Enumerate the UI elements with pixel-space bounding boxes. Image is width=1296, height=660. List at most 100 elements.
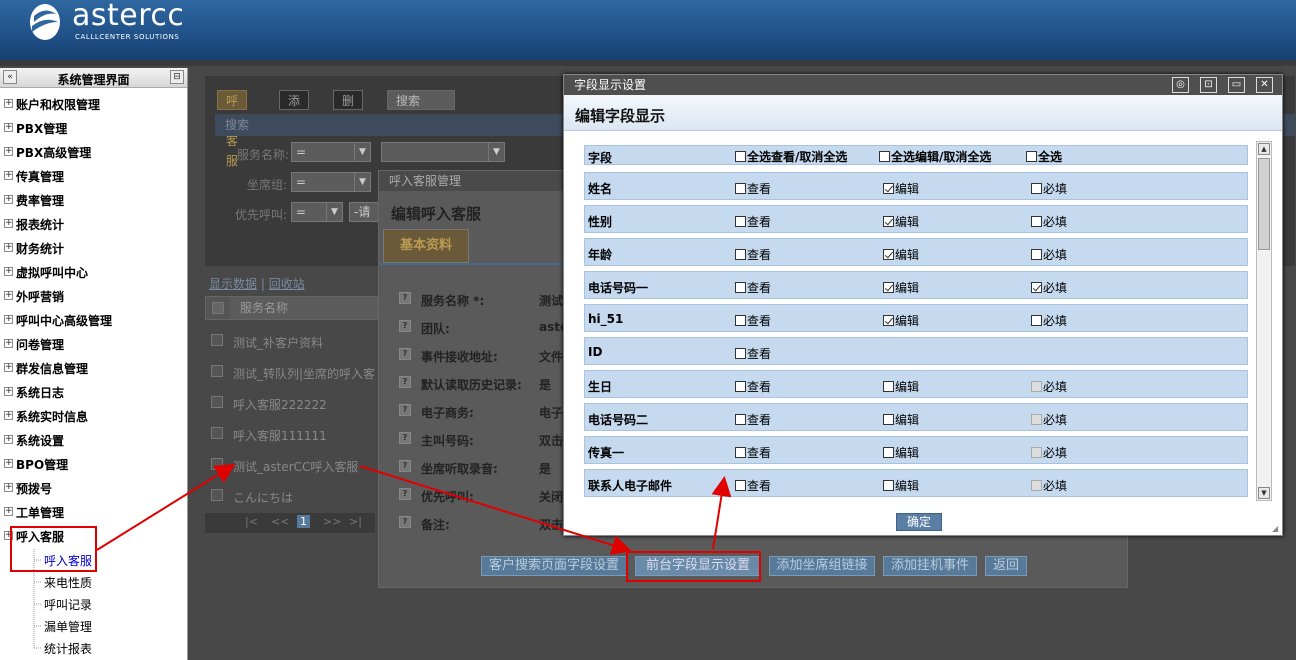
service-name-select[interactable]: ▼ (381, 142, 505, 162)
help-icon[interactable]: ? (399, 460, 411, 472)
expand-icon[interactable]: + (4, 435, 13, 444)
row-checkbox[interactable] (211, 458, 223, 470)
tab-inbound-service[interactable]: 呼入客服 (217, 90, 248, 168)
sidebar-item[interactable]: + 虚拟呼叫中心 (0, 261, 187, 285)
expand-icon[interactable]: + (4, 507, 13, 516)
edit-checkbox[interactable] (883, 315, 894, 326)
expand-icon[interactable]: + (4, 339, 13, 348)
view-option[interactable]: 查看 (735, 444, 771, 461)
expand-icon[interactable]: + (4, 483, 13, 492)
expand-icon[interactable]: + (4, 243, 13, 252)
help-icon[interactable]: ? (399, 432, 411, 444)
group-op-select[interactable]: = ▼ (291, 172, 371, 192)
help-icon[interactable]: ? (399, 376, 411, 388)
sidebar-item[interactable]: + 费率管理 (0, 189, 187, 213)
field-value[interactable]: 是 (539, 376, 551, 393)
minimize-icon[interactable]: ▭ (1228, 77, 1245, 93)
sidebar-subitem[interactable]: 漏单管理 (0, 615, 187, 637)
expand-icon[interactable]: + (4, 147, 13, 156)
required-all-toggle[interactable]: 全选 (1026, 148, 1062, 165)
required-checkbox[interactable] (1031, 183, 1042, 194)
view-checkbox[interactable] (735, 315, 746, 326)
required-checkbox[interactable] (1031, 216, 1042, 227)
sidebar-item[interactable]: + 外呼营销 (0, 285, 187, 309)
view-all-checkbox[interactable] (735, 151, 746, 162)
sidebar-item[interactable]: + PBX管理 (0, 117, 187, 141)
pager-control[interactable]: |< (245, 515, 258, 528)
expand-icon[interactable]: + (4, 267, 13, 276)
back-button[interactable]: 返回 (985, 556, 1027, 576)
edit-option[interactable]: 编辑 (883, 312, 919, 329)
expand-icon[interactable]: + (4, 315, 13, 324)
required-checkbox[interactable] (1031, 282, 1042, 293)
required-option[interactable]: 必填 (1031, 279, 1067, 296)
edit-option[interactable]: 编辑 (883, 213, 919, 230)
view-checkbox[interactable] (735, 282, 746, 293)
view-option[interactable]: 查看 (735, 411, 771, 428)
sidebar-item[interactable]: + 群发信息管理 (0, 357, 187, 381)
table-row[interactable]: こんにちは (205, 481, 385, 511)
sidebar-item[interactable]: + 系统设置 (0, 429, 187, 453)
required-option[interactable]: 必填 (1031, 312, 1067, 329)
expand-icon[interactable]: + (4, 459, 13, 468)
field-value[interactable]: 文件 (539, 348, 563, 365)
view-checkbox[interactable] (735, 480, 746, 491)
sidebar-item[interactable]: + 问卷管理 (0, 333, 187, 357)
expand-icon[interactable]: + (4, 387, 13, 396)
scroll-down-icon[interactable]: ▼ (1258, 487, 1270, 499)
required-option[interactable]: 必填 (1031, 246, 1067, 263)
field-value[interactable]: 关闭 (539, 488, 563, 505)
edit-checkbox[interactable] (883, 414, 894, 425)
edit-checkbox[interactable] (883, 216, 894, 227)
search-dropdown[interactable]: 搜索 (387, 90, 455, 110)
sidebar-item[interactable]: + 财务统计 (0, 237, 187, 261)
sidebar-item[interactable]: + 预拨号 (0, 477, 187, 501)
field-value[interactable]: 电子 (539, 404, 563, 421)
table-scrollbar[interactable]: ▲ ▼ (1256, 141, 1272, 501)
expand-icon[interactable]: + (4, 219, 13, 228)
edit-all-toggle[interactable]: 全选编辑/取消全选 (879, 148, 991, 165)
add-hangup-event-button[interactable]: 添加挂机事件 (883, 556, 977, 576)
sidebar-item[interactable]: + 传真管理 (0, 165, 187, 189)
edit-checkbox[interactable] (883, 249, 894, 260)
row-checkbox[interactable] (211, 396, 223, 408)
edit-option[interactable]: 编辑 (883, 378, 919, 395)
sidebar-item[interactable]: + 系统日志 (0, 381, 187, 405)
close-icon[interactable]: ✕ (1256, 77, 1273, 93)
view-option[interactable]: 查看 (735, 246, 771, 263)
scroll-thumb[interactable] (1258, 158, 1270, 250)
maximize-icon[interactable]: ⊡ (1200, 77, 1217, 93)
help-icon[interactable]: ? (399, 488, 411, 500)
service-name[interactable]: 测试_asterCC呼入客服 (233, 458, 358, 475)
view-option[interactable]: 查看 (735, 345, 771, 362)
edit-checkbox[interactable] (883, 381, 894, 392)
view-checkbox[interactable] (735, 414, 746, 425)
sidebar-item[interactable]: + 账户和权限管理 (0, 93, 187, 117)
view-checkbox[interactable] (735, 447, 746, 458)
view-option[interactable]: 查看 (735, 213, 771, 230)
table-row[interactable]: 呼入客服222222 (205, 388, 385, 418)
pin-sidebar-icon[interactable]: ⊟ (170, 70, 184, 84)
field-value[interactable]: 双击 (539, 516, 563, 533)
help-icon[interactable]: ? (399, 320, 411, 332)
add-agent-group-link-button[interactable]: 添加坐席组链接 (769, 556, 875, 576)
search-fields-settings-button[interactable]: 客户搜索页面字段设置 (481, 556, 627, 576)
field-value[interactable]: 是 (539, 460, 551, 477)
sidebar-item[interactable]: + PBX高级管理 (0, 141, 187, 165)
edit-option[interactable]: 编辑 (883, 477, 919, 494)
view-option[interactable]: 查看 (735, 477, 771, 494)
view-all-toggle[interactable]: 全选查看/取消全选 (735, 148, 847, 165)
view-checkbox[interactable] (735, 348, 746, 359)
required-checkbox[interactable] (1031, 315, 1042, 326)
help-icon[interactable]: ? (399, 516, 411, 528)
view-option[interactable]: 查看 (735, 312, 771, 329)
expand-icon[interactable]: + (4, 291, 13, 300)
view-checkbox[interactable] (735, 216, 746, 227)
table-row[interactable]: 测试_补客户资料 (205, 326, 385, 356)
sidebar-item[interactable]: + BPO管理 (0, 453, 187, 477)
delete-button[interactable]: 删除 (333, 90, 364, 128)
sidebar-item[interactable]: + 工单管理 (0, 501, 187, 525)
row-checkbox[interactable] (211, 334, 223, 346)
sidebar-item[interactable]: + 系统实时信息 (0, 405, 187, 429)
recycle-bin-link[interactable]: 回收站 (269, 277, 305, 291)
